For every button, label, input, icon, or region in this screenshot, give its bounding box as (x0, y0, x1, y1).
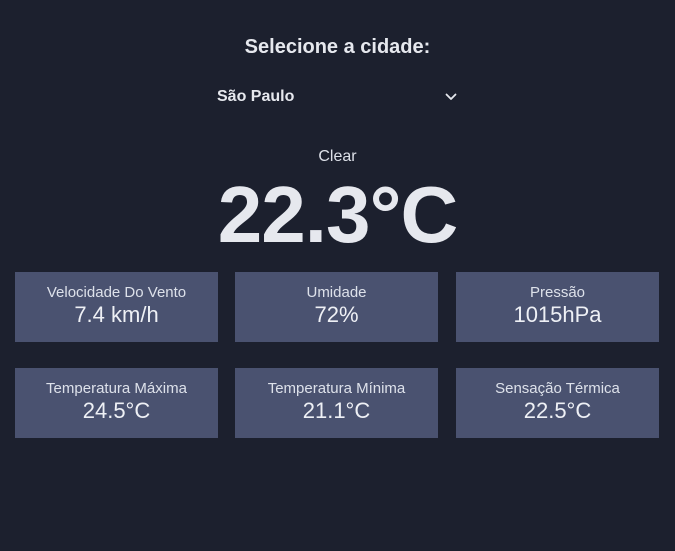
card-label: Temperatura Mínima (267, 380, 406, 397)
pressure-card: Pressão 1015hPa (456, 272, 659, 342)
card-value: 1015hPa (513, 302, 602, 327)
card-value: 22.5°C (523, 398, 592, 423)
card-value: 72% (314, 302, 359, 327)
card-label: Umidade (306, 284, 367, 301)
humidity-card: Umidade 72% (235, 272, 438, 342)
wind-speed-card: Velocidade Do Vento 7.4 km/h (15, 272, 218, 342)
card-value: 7.4 km/h (74, 302, 159, 327)
min-temperature-card: Temperatura Mínima 21.1°C (235, 368, 438, 438)
chevron-down-icon (444, 90, 458, 104)
card-label: Velocidade Do Vento (46, 284, 187, 301)
card-label: Pressão (529, 284, 586, 301)
card-value: 24.5°C (82, 398, 151, 423)
max-temperature-card: Temperatura Máxima 24.5°C (15, 368, 218, 438)
city-select[interactable]: São Paulo (208, 84, 466, 110)
feels-like-card: Sensação Térmica 22.5°C (456, 368, 659, 438)
card-label: Temperatura Máxima (46, 380, 187, 397)
current-temperature: 22.3°C (217, 170, 458, 259)
card-value: 21.1°C (302, 398, 371, 423)
city-select-value: São Paulo (217, 88, 295, 105)
weather-condition: Clear (318, 148, 357, 165)
card-label: Sensação Térmica (495, 380, 620, 397)
page-title: Selecione a cidade: (244, 36, 431, 58)
